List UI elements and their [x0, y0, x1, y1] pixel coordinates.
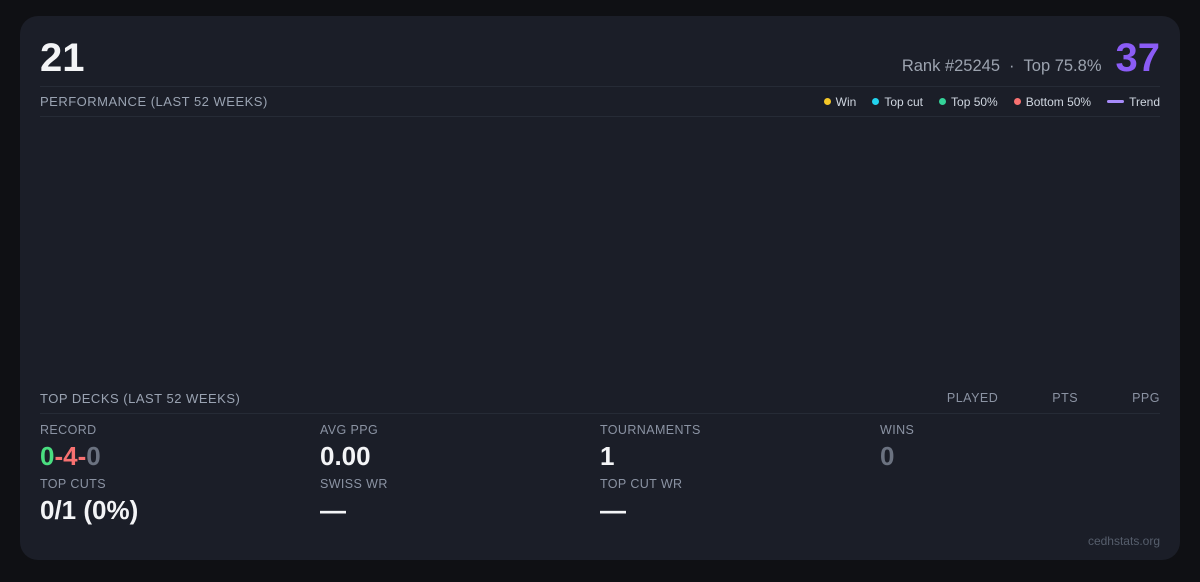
top-cuts-label: TOP CUTS	[40, 477, 106, 492]
rank-separator: ·	[1009, 57, 1015, 75]
performance-section-header: PERFORMANCE (LAST 52 WEEKS) Win Top cut …	[40, 87, 1160, 117]
performance-title: PERFORMANCE (LAST 52 WEEKS)	[40, 94, 268, 109]
legend-item-top-50: Top 50%	[939, 95, 998, 109]
win-dot-icon	[823, 98, 831, 105]
avg-ppg-value: 0.00	[320, 440, 371, 471]
points-value: 21	[40, 36, 85, 80]
record-value: 0-4-0	[40, 442, 320, 471]
record-losses: 4	[63, 440, 78, 471]
player-stats-card: 21 Rank #25245 · Top 75.8% 37 PERFORMANC…	[20, 16, 1180, 560]
record-separator: -	[77, 440, 87, 471]
legend-label: Top 50%	[951, 94, 998, 109]
stat-column-tournaments: TOURNAMENTS 1 TOP CUT WR —	[600, 423, 880, 532]
stat-column-wins: WINS 0	[880, 423, 1160, 532]
rank-summary: Rank #25245 · Top 75.8% 37	[902, 38, 1160, 78]
top-cut-wr-value: —	[600, 495, 626, 526]
legend-label: Trend	[1129, 94, 1160, 109]
tournaments-label: TOURNAMENTS	[600, 422, 701, 437]
top-percent-label: Top 75.8%	[1023, 57, 1102, 75]
top-cuts-value: 0/1 (0%)	[40, 495, 139, 526]
swiss-wr-label: SWISS WR	[320, 477, 388, 492]
legend-item-bottom-50: Bottom 50%	[1013, 94, 1092, 109]
legend-label: Win	[835, 94, 857, 109]
wins-label: WINS	[880, 422, 915, 437]
chart-legend: Win Top cut Top 50% Bottom 50% Trend	[823, 94, 1160, 109]
site-watermark: cedhstats.org	[1087, 534, 1160, 548]
legend-item-top-cut: Top cut	[872, 95, 923, 109]
top-cut-wr-label: TOP CUT WR	[600, 477, 683, 492]
trend-line-icon	[1107, 100, 1125, 103]
column-header-pts: PTS	[1052, 391, 1079, 406]
legend-label: Bottom 50%	[1025, 94, 1092, 109]
wins-value: 0	[880, 440, 895, 471]
card-header: 21 Rank #25245 · Top 75.8% 37	[40, 38, 1160, 87]
column-header-played: PLAYED	[946, 391, 999, 406]
record-draws: 0	[86, 440, 101, 471]
top-decks-section-header: TOP DECKS (LAST 52 WEEKS) PLAYED PTS PPG	[40, 384, 1160, 414]
record-wins: 0	[40, 440, 55, 471]
column-header-ppg: PPG	[1132, 391, 1160, 406]
performance-chart	[40, 117, 1160, 384]
tournaments-value: 1	[600, 440, 615, 471]
stats-grid: RECORD 0-4-0 TOP CUTS 0/1 (0%) AVG PPG 0…	[40, 423, 1160, 532]
top-50-dot-icon	[939, 98, 947, 105]
legend-item-trend: Trend	[1107, 95, 1160, 109]
bottom-50-dot-icon	[1013, 98, 1021, 105]
avg-ppg-label: AVG PPG	[320, 422, 379, 437]
legend-item-win: Win	[823, 94, 857, 109]
swiss-wr-value: —	[320, 495, 346, 526]
stat-column-ppg: AVG PPG 0.00 SWISS WR —	[320, 423, 600, 532]
top-decks-title: TOP DECKS (LAST 52 WEEKS)	[40, 390, 241, 406]
score-value: 37	[1115, 36, 1161, 80]
record-separator: -	[54, 440, 64, 471]
stat-column-record: RECORD 0-4-0 TOP CUTS 0/1 (0%)	[40, 423, 320, 532]
top-decks-column-headers: PLAYED PTS PPG	[947, 391, 1160, 405]
rank-label: Rank #25245	[901, 57, 1001, 75]
top-cut-dot-icon	[872, 98, 880, 105]
legend-label: Top cut	[884, 94, 924, 109]
record-label: RECORD	[40, 422, 97, 437]
